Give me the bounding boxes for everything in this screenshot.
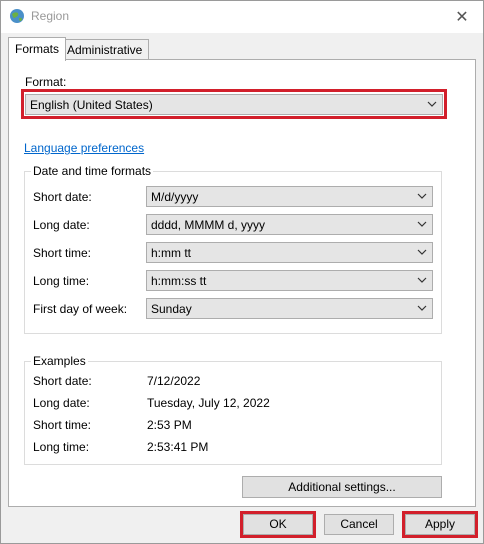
example-short-date-value: 7/12/2022	[147, 374, 201, 388]
example-long-date-value: Tuesday, July 12, 2022	[147, 396, 270, 410]
date-time-formats-title: Date and time formats	[31, 164, 154, 178]
apply-highlight	[402, 511, 478, 538]
chevron-down-icon	[417, 249, 427, 255]
chevron-down-icon	[417, 305, 427, 311]
example-long-time-label: Long time:	[33, 440, 90, 454]
long-time-dropdown[interactable]: h:mm:ss tt	[146, 270, 433, 291]
example-short-date-label: Short date:	[33, 374, 92, 388]
first-day-of-week-value: Sunday	[151, 302, 192, 316]
short-time-value: h:mm tt	[151, 246, 192, 260]
short-time-dropdown[interactable]: h:mm tt	[146, 242, 433, 263]
long-time-value: h:mm:ss tt	[151, 274, 207, 288]
tab-administrative[interactable]: Administrative	[60, 39, 150, 60]
formats-panel: Format: English (United States) Language…	[8, 59, 476, 507]
chevron-down-icon	[417, 193, 427, 199]
first-day-of-week-label: First day of week:	[33, 302, 128, 316]
short-time-label: Short time:	[33, 246, 92, 260]
language-preferences-link[interactable]: Language preferences	[24, 141, 144, 155]
additional-settings-button[interactable]: Additional settings...	[242, 476, 442, 498]
short-date-value: M/d/yyyy	[151, 190, 199, 204]
format-label: Format:	[25, 75, 67, 89]
example-long-time-value: 2:53:41 PM	[147, 440, 209, 454]
globe-icon	[10, 9, 24, 23]
first-day-of-week-dropdown[interactable]: Sunday	[146, 298, 433, 319]
chevron-down-icon	[417, 277, 427, 283]
example-short-time-value: 2:53 PM	[147, 418, 192, 432]
region-dialog: Region ✕ Formats Administrative Format: …	[0, 0, 484, 544]
close-icon: ✕	[455, 9, 469, 26]
tab-formats[interactable]: Formats	[8, 37, 67, 61]
window-title: Region	[31, 9, 70, 23]
short-date-label: Short date:	[33, 190, 92, 204]
short-date-dropdown[interactable]: M/d/yyyy	[146, 186, 433, 207]
title-bar: Region ✕	[1, 1, 483, 33]
examples-title: Examples	[31, 354, 88, 368]
example-long-date-label: Long date:	[33, 396, 90, 410]
long-date-label: Long date:	[33, 218, 90, 232]
chevron-down-icon	[417, 221, 427, 227]
close-button[interactable]: ✕	[445, 1, 479, 33]
ok-highlight	[240, 511, 316, 538]
format-highlight	[21, 89, 447, 119]
long-date-value: dddd, MMMM d, yyyy	[151, 218, 266, 232]
long-date-dropdown[interactable]: dddd, MMMM d, yyyy	[146, 214, 433, 235]
long-time-label: Long time:	[33, 274, 90, 288]
cancel-button[interactable]: Cancel	[324, 514, 394, 535]
example-short-time-label: Short time:	[33, 418, 92, 432]
